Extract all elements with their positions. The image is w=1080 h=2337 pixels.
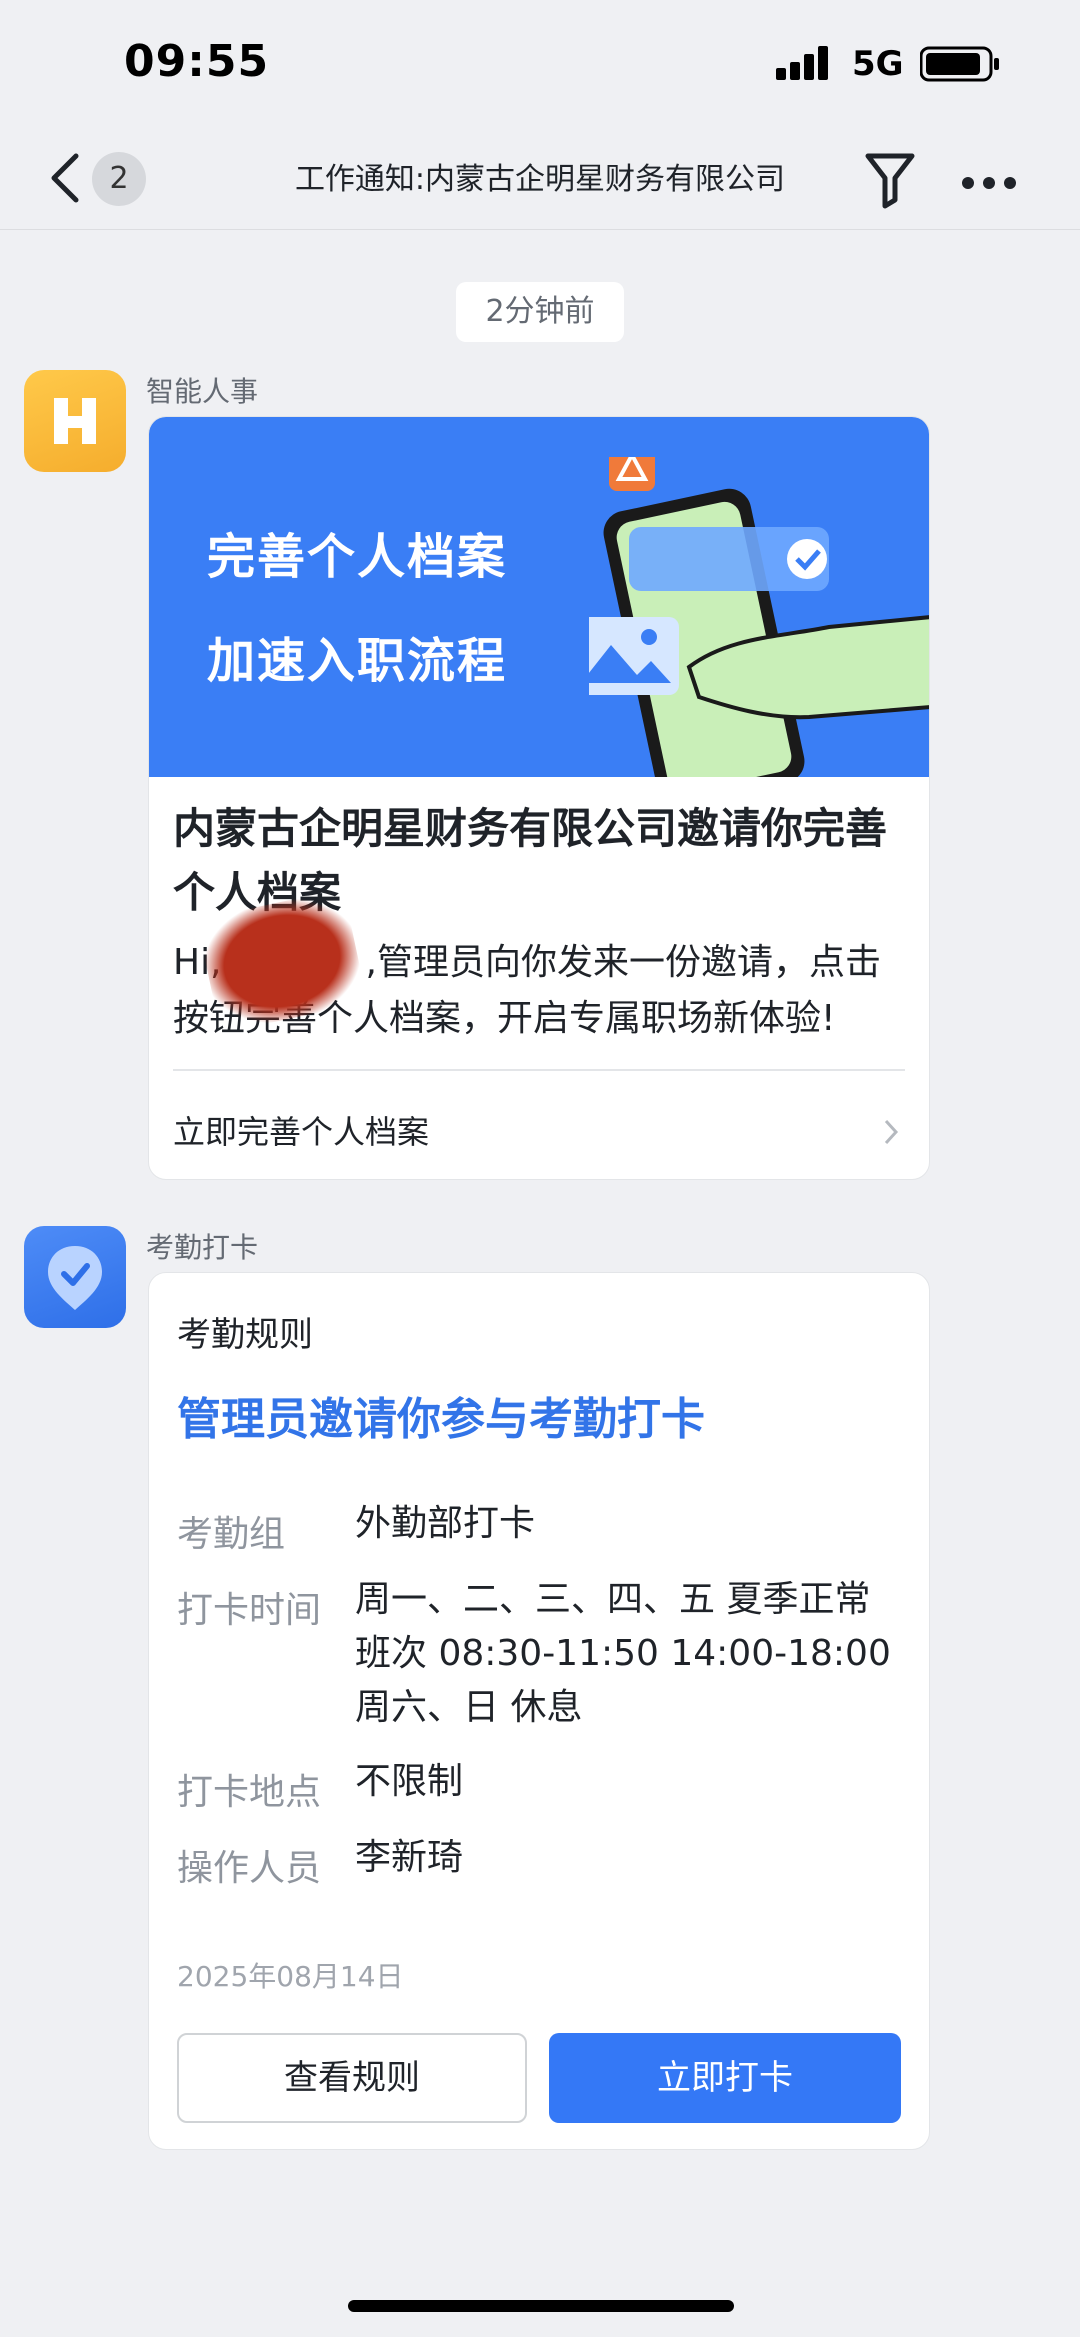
- page-title: 工作通知:内蒙古企明星财务有限公司: [294, 162, 786, 197]
- row-value: 外勤部打卡: [355, 1503, 536, 1544]
- nav-bar: 2 工作通知:内蒙古企明星财务有限公司: [0, 130, 1080, 230]
- hr-invite-card[interactable]: 完善个人档案 加速入职流程 内蒙古企明星财务有限公司邀请你完善个人档案 Hi, …: [148, 416, 930, 1180]
- sender-name: 考勤打卡: [146, 1231, 259, 1264]
- home-indicator: [348, 2300, 734, 2312]
- location-check-icon: [48, 1246, 102, 1310]
- network-label: 5G: [852, 44, 904, 84]
- signal-icon: [776, 44, 836, 80]
- unread-badge[interactable]: 2: [92, 152, 146, 206]
- status-bar: 09:55 5G: [0, 0, 1080, 130]
- chevron-right-icon: [884, 1119, 899, 1145]
- card-date: 2025年08月14日: [177, 1960, 404, 1993]
- row-value: 不限制: [355, 1761, 464, 1802]
- attendance-app-avatar[interactable]: [24, 1226, 126, 1328]
- h-logo-icon: [54, 398, 96, 444]
- sender-name: 智能人事: [146, 375, 259, 408]
- complete-profile-link[interactable]: 立即完善个人档案: [173, 1107, 429, 1153]
- message-timestamp: 2分钟前: [456, 282, 624, 342]
- row-value: 周一、二、三、四、五 夏季正常班次 08:30-11:50 14:00-18:0…: [355, 1579, 891, 1728]
- row-label: 考勤组: [177, 1514, 286, 1555]
- filter-icon[interactable]: [862, 148, 918, 210]
- row-label: 打卡时间: [177, 1590, 322, 1631]
- banner-text-line1: 完善个人档案: [207, 529, 508, 585]
- card-banner: 完善个人档案 加速入职流程: [149, 417, 929, 777]
- status-time: 09:55: [124, 36, 270, 87]
- card-title: 管理员邀请你参与考勤打卡: [177, 1394, 705, 1445]
- punch-in-button[interactable]: 立即打卡: [549, 2033, 901, 2123]
- back-icon[interactable]: [46, 150, 86, 206]
- row-value: 李新琦: [355, 1837, 464, 1878]
- more-icon[interactable]: [956, 150, 1022, 210]
- phone-illustration-icon: [589, 457, 929, 777]
- view-rules-button[interactable]: 查看规则: [177, 2033, 527, 2123]
- card-header: 考勤规则: [177, 1315, 313, 1355]
- banner-text-line2: 加速入职流程: [207, 633, 508, 689]
- row-label: 打卡地点: [177, 1772, 322, 1813]
- battery-icon: [920, 46, 999, 82]
- card-divider: [173, 1069, 905, 1071]
- attendance-card: 考勤规则 管理员邀请你参与考勤打卡 考勤组 外勤部打卡 打卡时间 周一、二、三、…: [148, 1272, 930, 2150]
- row-label: 操作人员: [177, 1848, 322, 1889]
- hr-app-avatar[interactable]: [24, 370, 126, 472]
